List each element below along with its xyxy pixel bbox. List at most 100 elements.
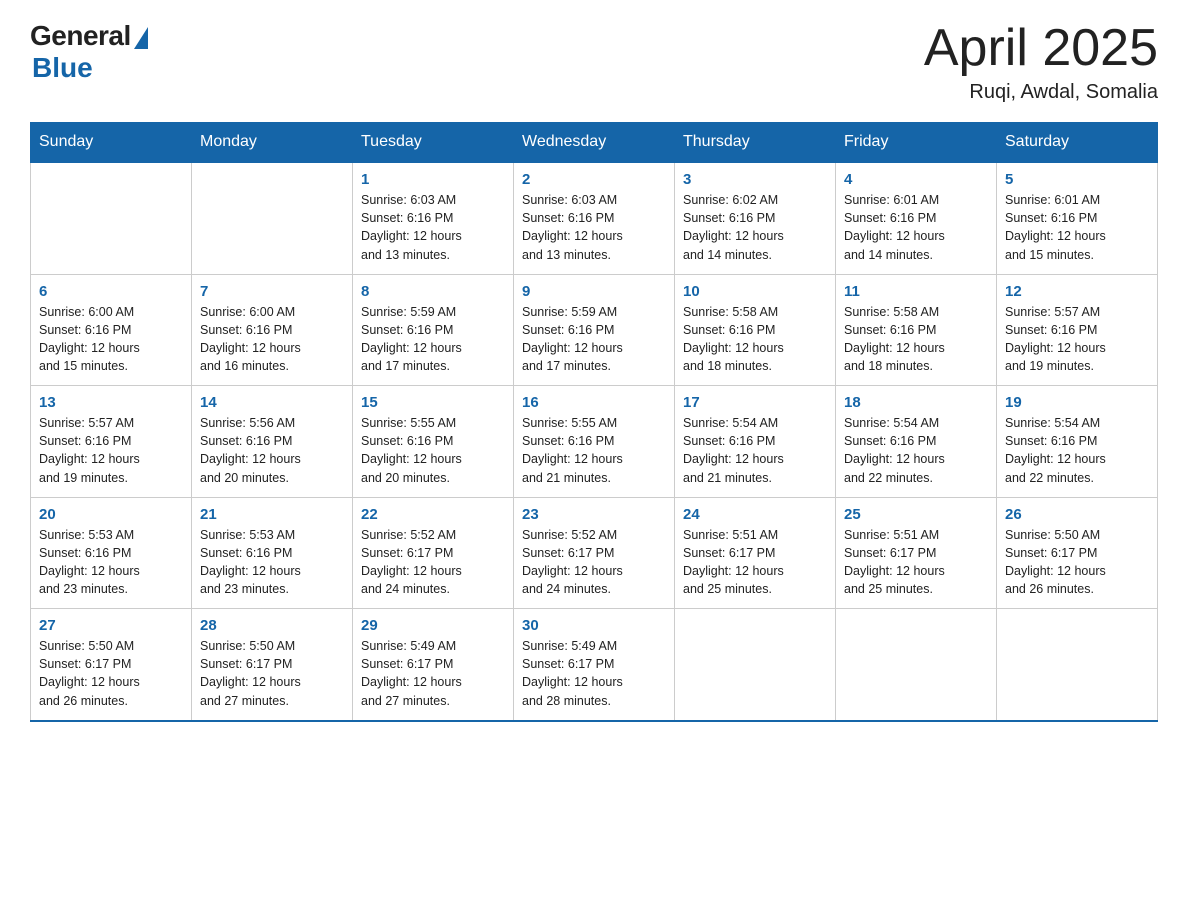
logo-general-text: General (30, 20, 131, 52)
calendar-cell: 16 Sunrise: 5:55 AMSunset: 6:16 PMDayligh… (514, 386, 675, 498)
calendar-cell: 6 Sunrise: 6:00 AMSunset: 6:16 PMDaylight… (31, 274, 192, 386)
day-info: Sunrise: 5:58 AMSunset: 6:16 PMDaylight:… (683, 303, 827, 376)
day-number: 26 (1005, 506, 1149, 523)
day-number: 25 (844, 506, 988, 523)
day-info: Sunrise: 5:52 AMSunset: 6:17 PMDaylight:… (361, 526, 505, 599)
logo-blue-text: Blue (32, 52, 93, 84)
calendar-week-row: 13 Sunrise: 5:57 AMSunset: 6:16 PMDayligh… (31, 386, 1158, 498)
calendar-cell (836, 609, 997, 721)
calendar-cell: 20 Sunrise: 5:53 AMSunset: 6:16 PMDayligh… (31, 497, 192, 609)
calendar-cell: 23 Sunrise: 5:52 AMSunset: 6:17 PMDayligh… (514, 497, 675, 609)
day-info: Sunrise: 5:56 AMSunset: 6:16 PMDaylight:… (200, 414, 344, 487)
day-info: Sunrise: 5:53 AMSunset: 6:16 PMDaylight:… (39, 526, 183, 599)
calendar-cell: 29 Sunrise: 5:49 AMSunset: 6:17 PMDayligh… (353, 609, 514, 721)
calendar-cell (997, 609, 1158, 721)
day-number: 5 (1005, 171, 1149, 188)
day-info: Sunrise: 5:51 AMSunset: 6:17 PMDaylight:… (683, 526, 827, 599)
day-number: 19 (1005, 394, 1149, 411)
day-number: 23 (522, 506, 666, 523)
day-info: Sunrise: 5:55 AMSunset: 6:16 PMDaylight:… (522, 414, 666, 487)
calendar-cell: 19 Sunrise: 5:54 AMSunset: 6:16 PMDayligh… (997, 386, 1158, 498)
calendar-week-row: 27 Sunrise: 5:50 AMSunset: 6:17 PMDayligh… (31, 609, 1158, 721)
day-info: Sunrise: 5:52 AMSunset: 6:17 PMDaylight:… (522, 526, 666, 599)
day-header-monday: Monday (192, 123, 353, 163)
calendar-cell: 2 Sunrise: 6:03 AMSunset: 6:16 PMDaylight… (514, 162, 675, 274)
calendar-cell (31, 162, 192, 274)
day-info: Sunrise: 5:53 AMSunset: 6:16 PMDaylight:… (200, 526, 344, 599)
day-number: 28 (200, 617, 344, 634)
calendar-cell: 13 Sunrise: 5:57 AMSunset: 6:16 PMDayligh… (31, 386, 192, 498)
calendar-cell: 8Sunrise: 5:59 AMSunset: 6:16 PMDaylight… (353, 274, 514, 386)
day-info: Sunrise: 5:54 AMSunset: 6:16 PMDaylight:… (683, 414, 827, 487)
day-header-wednesday: Wednesday (514, 123, 675, 163)
calendar-table: SundayMondayTuesdayWednesdayThursdayFrid… (30, 122, 1158, 722)
calendar-cell: 21 Sunrise: 5:53 AMSunset: 6:16 PMDayligh… (192, 497, 353, 609)
day-number: 24 (683, 506, 827, 523)
day-number: 12 (1005, 283, 1149, 300)
calendar-cell: 18Sunrise: 5:54 AMSunset: 6:16 PMDayligh… (836, 386, 997, 498)
day-number: 22 (361, 506, 505, 523)
day-number: 16 (522, 394, 666, 411)
calendar-header-row: SundayMondayTuesdayWednesdayThursdayFrid… (31, 123, 1158, 163)
day-number: 15 (361, 394, 505, 411)
page-header: General Blue April 2025 Ruqi, Awdal, Som… (30, 20, 1158, 104)
day-info: Sunrise: 5:54 AMSunset: 6:16 PMDaylight:… (1005, 414, 1149, 487)
location-title: Ruqi, Awdal, Somalia (924, 81, 1158, 104)
day-number: 30 (522, 617, 666, 634)
day-info: Sunrise: 6:01 AMSunset: 6:16 PMDaylight:… (1005, 191, 1149, 264)
day-number: 29 (361, 617, 505, 634)
calendar-cell (675, 609, 836, 721)
day-info: Sunrise: 5:59 AMSunset: 6:16 PMDaylight:… (361, 303, 505, 376)
day-info: Sunrise: 6:03 AMSunset: 6:16 PMDaylight:… (522, 191, 666, 264)
calendar-cell: 4 Sunrise: 6:01 AMSunset: 6:16 PMDaylight… (836, 162, 997, 274)
day-info: Sunrise: 6:02 AMSunset: 6:16 PMDaylight:… (683, 191, 827, 264)
day-info: Sunrise: 5:50 AMSunset: 6:17 PMDaylight:… (39, 637, 183, 710)
calendar-cell: 5 Sunrise: 6:01 AMSunset: 6:16 PMDaylight… (997, 162, 1158, 274)
title-section: April 2025 Ruqi, Awdal, Somalia (924, 20, 1158, 104)
day-info: Sunrise: 5:57 AMSunset: 6:16 PMDaylight:… (39, 414, 183, 487)
day-info: Sunrise: 5:51 AMSunset: 6:17 PMDaylight:… (844, 526, 988, 599)
logo-triangle-icon (134, 27, 148, 49)
calendar-cell: 26Sunrise: 5:50 AMSunset: 6:17 PMDayligh… (997, 497, 1158, 609)
calendar-week-row: 20 Sunrise: 5:53 AMSunset: 6:16 PMDayligh… (31, 497, 1158, 609)
day-info: Sunrise: 5:50 AMSunset: 6:17 PMDaylight:… (200, 637, 344, 710)
day-info: Sunrise: 6:00 AMSunset: 6:16 PMDaylight:… (39, 303, 183, 376)
day-number: 2 (522, 171, 666, 188)
day-number: 13 (39, 394, 183, 411)
day-number: 10 (683, 283, 827, 300)
calendar-week-row: 1 Sunrise: 6:03 AMSunset: 6:16 PMDaylight… (31, 162, 1158, 274)
calendar-cell: 22 Sunrise: 5:52 AMSunset: 6:17 PMDayligh… (353, 497, 514, 609)
calendar-cell: 9Sunrise: 5:59 AMSunset: 6:16 PMDaylight… (514, 274, 675, 386)
day-number: 11 (844, 283, 988, 300)
day-number: 18 (844, 394, 988, 411)
calendar-cell: 10 Sunrise: 5:58 AMSunset: 6:16 PMDayligh… (675, 274, 836, 386)
calendar-cell: 25 Sunrise: 5:51 AMSunset: 6:17 PMDayligh… (836, 497, 997, 609)
calendar-cell: 1 Sunrise: 6:03 AMSunset: 6:16 PMDaylight… (353, 162, 514, 274)
day-header-sunday: Sunday (31, 123, 192, 163)
day-number: 20 (39, 506, 183, 523)
day-info: Sunrise: 5:59 AMSunset: 6:16 PMDaylight:… (522, 303, 666, 376)
calendar-cell: 7Sunrise: 6:00 AMSunset: 6:16 PMDaylight… (192, 274, 353, 386)
day-info: Sunrise: 5:49 AMSunset: 6:17 PMDaylight:… (522, 637, 666, 710)
day-info: Sunrise: 6:03 AMSunset: 6:16 PMDaylight:… (361, 191, 505, 264)
day-info: Sunrise: 6:01 AMSunset: 6:16 PMDaylight:… (844, 191, 988, 264)
day-info: Sunrise: 5:55 AMSunset: 6:16 PMDaylight:… (361, 414, 505, 487)
calendar-cell (192, 162, 353, 274)
day-number: 27 (39, 617, 183, 634)
calendar-cell: 15 Sunrise: 5:55 AMSunset: 6:16 PMDayligh… (353, 386, 514, 498)
day-header-friday: Friday (836, 123, 997, 163)
calendar-cell: 3Sunrise: 6:02 AMSunset: 6:16 PMDaylight… (675, 162, 836, 274)
day-number: 1 (361, 171, 505, 188)
day-info: Sunrise: 5:58 AMSunset: 6:16 PMDaylight:… (844, 303, 988, 376)
day-number: 6 (39, 283, 183, 300)
day-number: 21 (200, 506, 344, 523)
calendar-cell: 11 Sunrise: 5:58 AMSunset: 6:16 PMDayligh… (836, 274, 997, 386)
day-header-tuesday: Tuesday (353, 123, 514, 163)
calendar-cell: 28 Sunrise: 5:50 AMSunset: 6:17 PMDayligh… (192, 609, 353, 721)
day-number: 7 (200, 283, 344, 300)
month-title: April 2025 (924, 20, 1158, 77)
day-number: 4 (844, 171, 988, 188)
logo: General Blue (30, 20, 148, 84)
calendar-cell: 24 Sunrise: 5:51 AMSunset: 6:17 PMDayligh… (675, 497, 836, 609)
day-info: Sunrise: 5:49 AMSunset: 6:17 PMDaylight:… (361, 637, 505, 710)
